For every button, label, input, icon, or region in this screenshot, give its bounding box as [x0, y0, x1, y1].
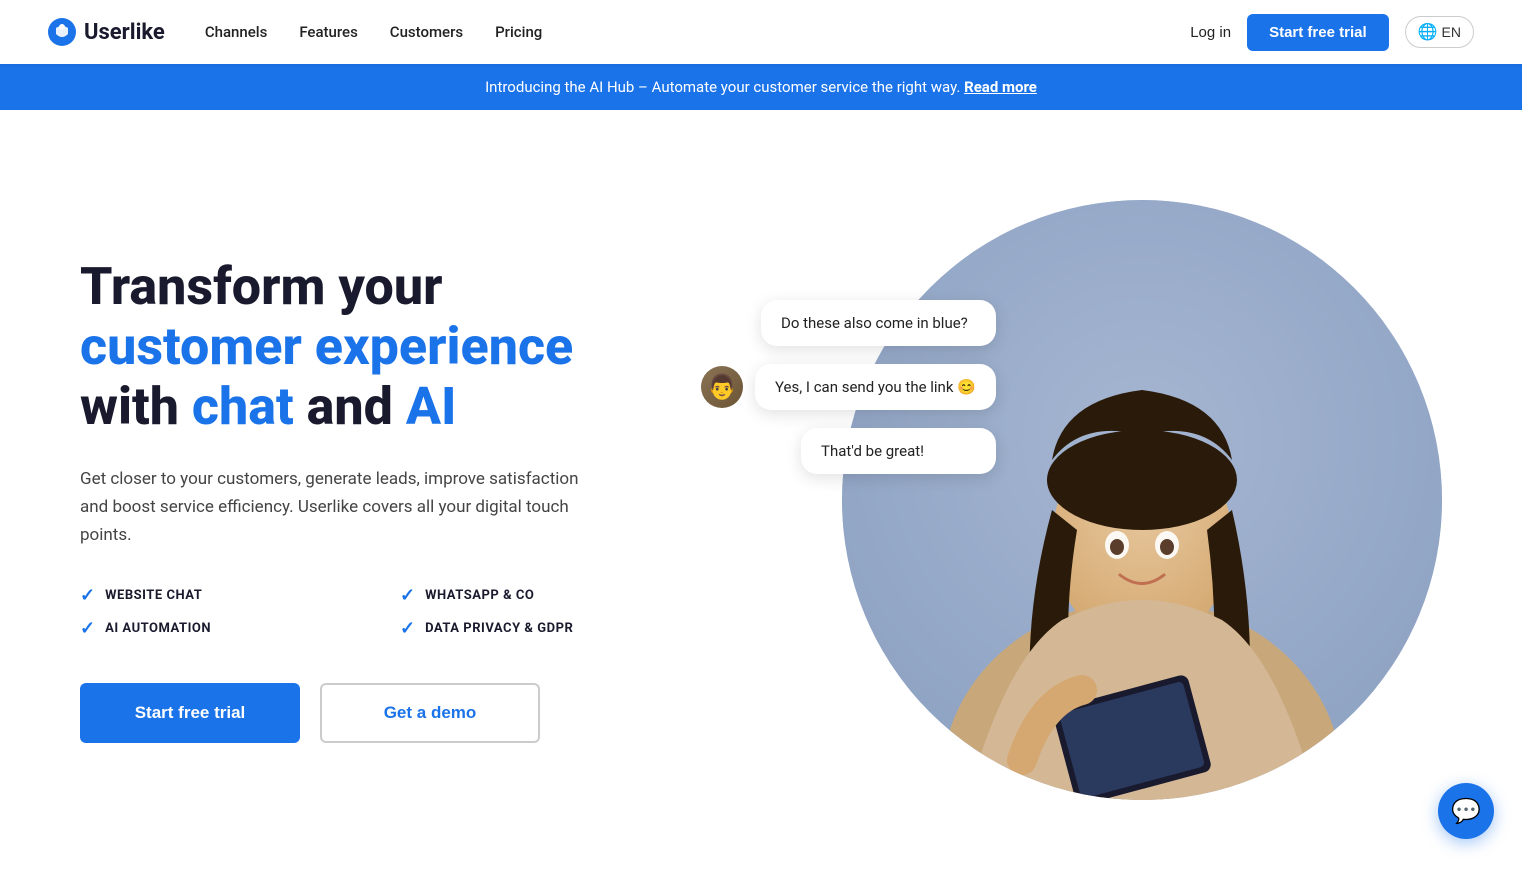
feature-label-1: WEBSITE CHAT [105, 588, 202, 603]
check-icon-3: ✓ [80, 618, 95, 639]
login-button[interactable]: Log in [1190, 24, 1231, 41]
hero-demo-button[interactable]: Get a demo [320, 683, 540, 743]
navbar-right: Log in Start free trial 🌐 EN [1190, 14, 1474, 51]
globe-icon: 🌐 [1418, 22, 1438, 42]
avatar-face: 👨 [707, 373, 737, 401]
chat-bubble-2-wrap: 👨 Yes, I can send you the link 😊 [701, 364, 996, 410]
nav-links: Channels Features Customers Pricing [205, 23, 543, 41]
agent-avatar: 👨 [701, 366, 743, 408]
language-selector[interactable]: 🌐 EN [1405, 16, 1474, 48]
hero-trial-button[interactable]: Start free trial [80, 683, 300, 743]
feature-ai-automation: ✓ AI AUTOMATION [80, 618, 360, 639]
feature-label-2: WHATSAPP & CO [425, 588, 534, 603]
hero-title-line2: with [80, 376, 192, 437]
chat-bubble-3-text: That'd be great! [821, 442, 924, 460]
chat-bubble-1-text: Do these also come in blue? [781, 314, 968, 332]
hero-title-line1: Transform your [80, 256, 442, 317]
nav-trial-button[interactable]: Start free trial [1247, 14, 1389, 51]
nav-customers[interactable]: Customers [390, 23, 463, 41]
hero-image-circle [842, 200, 1442, 800]
nav-pricing[interactable]: Pricing [495, 23, 542, 41]
chat-bubble-2: Yes, I can send you the link 😊 [755, 364, 996, 410]
chat-bubble-3: That'd be great! [801, 428, 996, 474]
logo[interactable]: Userlike [48, 18, 165, 46]
nav-features[interactable]: Features [299, 23, 357, 41]
feature-label-4: DATA PRIVACY & GDPR [425, 621, 573, 636]
banner-text: Introducing the AI Hub – Automate your c… [485, 78, 960, 96]
announcement-banner: Introducing the AI Hub – Automate your c… [0, 64, 1522, 110]
hero-title-blue1: customer experience [80, 316, 573, 377]
cta-row: Start free trial Get a demo [80, 683, 680, 743]
features-grid: ✓ WEBSITE CHAT ✓ WHATSAPP & CO ✓ AI AUTO… [80, 585, 680, 639]
chat-widget-button[interactable]: 💬 [1438, 783, 1494, 839]
hero-image-area: Do these also come in blue? 👨 Yes, I can… [761, 200, 1442, 800]
feature-data-privacy: ✓ DATA PRIVACY & GDPR [400, 618, 680, 639]
hero-title: Transform your customer experience with … [80, 257, 680, 436]
chat-widget-icon: 💬 [1451, 797, 1481, 825]
navbar-left: Userlike Channels Features Customers Pri… [48, 18, 542, 46]
hero-title-blue2: chat [192, 376, 294, 437]
nav-channels[interactable]: Channels [205, 23, 268, 41]
hero-content: Transform your customer experience with … [80, 257, 680, 743]
banner-link[interactable]: Read more [964, 78, 1037, 96]
navbar: Userlike Channels Features Customers Pri… [0, 0, 1522, 64]
feature-label-3: AI AUTOMATION [105, 621, 211, 636]
hero-title-blue3: AI [406, 376, 457, 437]
chat-bubble-1: Do these also come in blue? [761, 300, 996, 346]
check-icon-1: ✓ [80, 585, 95, 606]
chat-bubble-2-text: Yes, I can send you the link 😊 [775, 378, 976, 396]
chat-bubbles: Do these also come in blue? 👨 Yes, I can… [701, 300, 996, 474]
person-illustration [842, 200, 1442, 800]
userlike-logo-icon [48, 18, 76, 46]
check-icon-2: ✓ [400, 585, 415, 606]
hero-title-line3: and [294, 376, 406, 437]
lang-label: EN [1442, 24, 1461, 40]
feature-website-chat: ✓ WEBSITE CHAT [80, 585, 360, 606]
hero-description: Get closer to your customers, generate l… [80, 465, 600, 549]
hero-section: Transform your customer experience with … [0, 110, 1522, 870]
feature-whatsapp: ✓ WHATSAPP & CO [400, 585, 680, 606]
logo-text: Userlike [84, 20, 165, 45]
check-icon-4: ✓ [400, 618, 415, 639]
